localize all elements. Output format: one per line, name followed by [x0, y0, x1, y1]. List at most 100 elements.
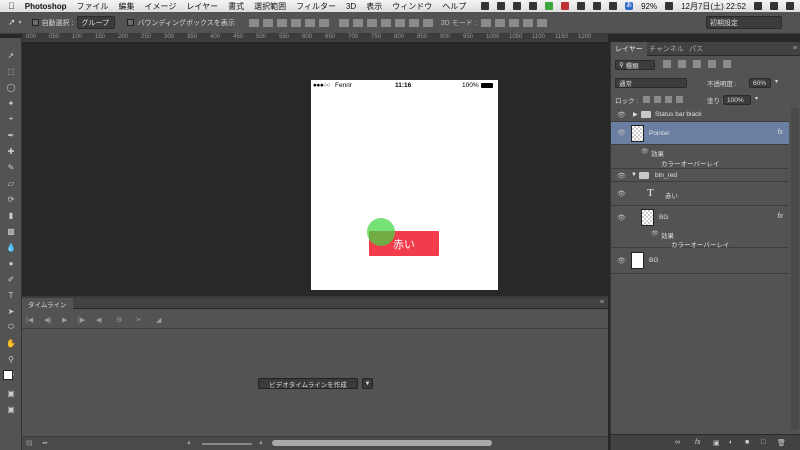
visibility-eye-icon[interactable]: 👁 [617, 111, 626, 119]
effects-eye-icon[interactable]: 👁 [641, 148, 649, 155]
tab-timeline[interactable]: タイムライン [22, 298, 73, 309]
collapse-arrow-icon[interactable]: ▼ [631, 172, 637, 178]
zoom-in-icon[interactable]: ▲ [258, 440, 264, 446]
status-icon-4[interactable] [529, 2, 538, 10]
marquee-tool-icon[interactable]: ⬚ [5, 66, 17, 76]
lock-position-icon[interactable] [665, 96, 672, 103]
tool-preset-arrow-icon[interactable]: ▾ [19, 19, 22, 26]
transition-icon[interactable]: ◢ [156, 316, 161, 324]
status-icon-2[interactable] [497, 2, 506, 10]
next-frame-icon[interactable]: |▶ [78, 316, 85, 324]
auto-select-dropdown[interactable]: グループ [77, 16, 116, 29]
distribute-right-icon[interactable] [408, 18, 419, 27]
quick-mask-icon[interactable]: ▣ [5, 388, 17, 398]
layer-status-bar-black[interactable]: 👁 ▶ Status bar black [611, 108, 789, 122]
zoom-tool-icon[interactable]: ⚲ [5, 354, 17, 364]
new-group-icon[interactable]: ■ [745, 439, 749, 446]
healing-brush-tool-icon[interactable]: ✚ [5, 146, 17, 156]
clone-stamp-tool-icon[interactable]: ▱ [5, 178, 17, 188]
filter-adjust-icon[interactable] [678, 60, 686, 68]
auto-select-checkbox[interactable]: 自動選択 : [31, 18, 73, 28]
distribute-bottom-icon[interactable] [366, 18, 377, 27]
zoom-slider[interactable] [202, 443, 252, 445]
create-timeline-dropdown-icon[interactable]: ▼ [362, 378, 373, 389]
opacity-input[interactable]: 60% [749, 78, 771, 88]
move-tool-icon[interactable]: ➚ [8, 17, 16, 28]
align-right-icon[interactable] [318, 18, 329, 27]
canvas-area[interactable]: ●●●○○ Fenrir 11:16 100% 赤い [22, 43, 608, 293]
history-brush-tool-icon[interactable]: ⟳ [5, 194, 17, 204]
status-icon-3[interactable] [513, 2, 522, 10]
pointer-circle[interactable] [367, 218, 395, 246]
add-mask-icon[interactable]: ▣ [713, 439, 720, 447]
wifi-icon[interactable] [593, 2, 602, 10]
status-icon-1[interactable] [481, 2, 490, 10]
input-method-icon[interactable]: あ [625, 2, 634, 10]
layer-btn-red[interactable]: 👁 ▼ btn_red [611, 168, 789, 182]
add-style-icon[interactable]: fx [695, 439, 700, 446]
filter-smart-icon[interactable] [723, 60, 731, 68]
settings-icon[interactable]: ⚙ [116, 316, 122, 324]
split-icon[interactable]: ✂ [136, 316, 142, 324]
new-layer-icon[interactable]: □ [761, 439, 765, 446]
eyedropper-tool-icon[interactable]: ✒ [5, 130, 17, 140]
filter-kind-dropdown[interactable]: ⚲ 種類 [615, 60, 655, 70]
align-left-icon[interactable] [290, 18, 301, 27]
filter-pixel-icon[interactable] [663, 60, 671, 68]
document-canvas[interactable]: ●●●○○ Fenrir 11:16 100% 赤い [311, 80, 498, 290]
menu-layer[interactable]: レイヤー [186, 1, 218, 12]
fx-icon[interactable]: fx [778, 213, 783, 220]
layer-pointer[interactable]: 👁 Pointer fx [611, 122, 789, 145]
menu-view[interactable]: 表示 [366, 1, 382, 12]
status-icon-5[interactable] [577, 2, 586, 10]
lock-pixels-icon[interactable] [654, 96, 661, 103]
align-top-icon[interactable] [248, 18, 259, 27]
brush-tool-icon[interactable]: ✎ [5, 162, 17, 172]
hand-tool-icon[interactable]: ✋ [5, 338, 17, 348]
tab-paths[interactable]: パス [685, 42, 707, 56]
layer-text-akai[interactable]: 👁 T 赤い [611, 182, 789, 206]
effect-color-overlay[interactable]: カラーオーバーレイ [661, 158, 719, 168]
distribute-left-icon[interactable] [380, 18, 391, 27]
trash-icon[interactable]: 🗑 [777, 439, 786, 447]
menu-file[interactable]: ファイル [77, 1, 109, 12]
workspace-dropdown[interactable]: 初期設定 [706, 16, 782, 29]
fill-arrow-icon[interactable]: ▾ [755, 95, 758, 102]
apple-icon[interactable]:  [8, 1, 15, 11]
fill-input[interactable]: 100% [723, 95, 751, 105]
visibility-eye-icon[interactable]: 👁 [617, 214, 626, 222]
visibility-eye-icon[interactable]: 👁 [617, 172, 626, 180]
pen-tool-icon[interactable]: ✐ [5, 274, 17, 284]
convert-icon[interactable]: ➦ [42, 439, 48, 447]
blend-mode-dropdown[interactable]: 通常 [615, 78, 687, 88]
zoom-out-icon[interactable]: ▲ [186, 440, 192, 446]
menu-edit[interactable]: 編集 [119, 1, 135, 12]
status-icon-green[interactable] [545, 2, 554, 10]
layer-bg[interactable]: 👁 BG [611, 248, 789, 274]
align-vcenter-icon[interactable] [262, 18, 273, 27]
menu-filter[interactable]: フィルター [296, 1, 336, 12]
prev-frame-icon[interactable]: ◀| [44, 316, 51, 324]
status-icon-red[interactable] [561, 2, 570, 10]
3d-pan-icon[interactable] [508, 18, 519, 27]
visibility-eye-icon[interactable]: 👁 [617, 129, 626, 137]
expand-arrow-icon[interactable]: ▶ [633, 111, 638, 118]
menu-image[interactable]: イメージ [145, 1, 177, 12]
3d-rotate-icon[interactable] [480, 18, 491, 27]
filter-shape-icon[interactable] [708, 60, 716, 68]
film-icon[interactable]: ▤ [26, 439, 33, 447]
volume-icon[interactable] [609, 2, 618, 10]
blur-tool-icon[interactable]: 💧 [5, 242, 17, 252]
link-layers-icon[interactable]: ∞ [675, 439, 680, 446]
clock[interactable]: 12月7日(土) 22:52 [681, 1, 746, 12]
user-icon[interactable] [754, 2, 762, 10]
distribute-hcenter-icon[interactable] [394, 18, 405, 27]
adjustment-layer-icon[interactable]: ◐ [729, 439, 733, 446]
3d-slide-icon[interactable] [522, 18, 533, 27]
visibility-eye-icon[interactable]: 👁 [617, 257, 626, 265]
panel-menu-icon[interactable]: ≡ [793, 45, 797, 52]
quick-select-tool-icon[interactable]: ✦ [5, 98, 17, 108]
lock-all-icon[interactable] [676, 96, 683, 103]
3d-scale-icon[interactable] [536, 18, 547, 27]
timeline-scrollbar[interactable] [272, 440, 492, 446]
